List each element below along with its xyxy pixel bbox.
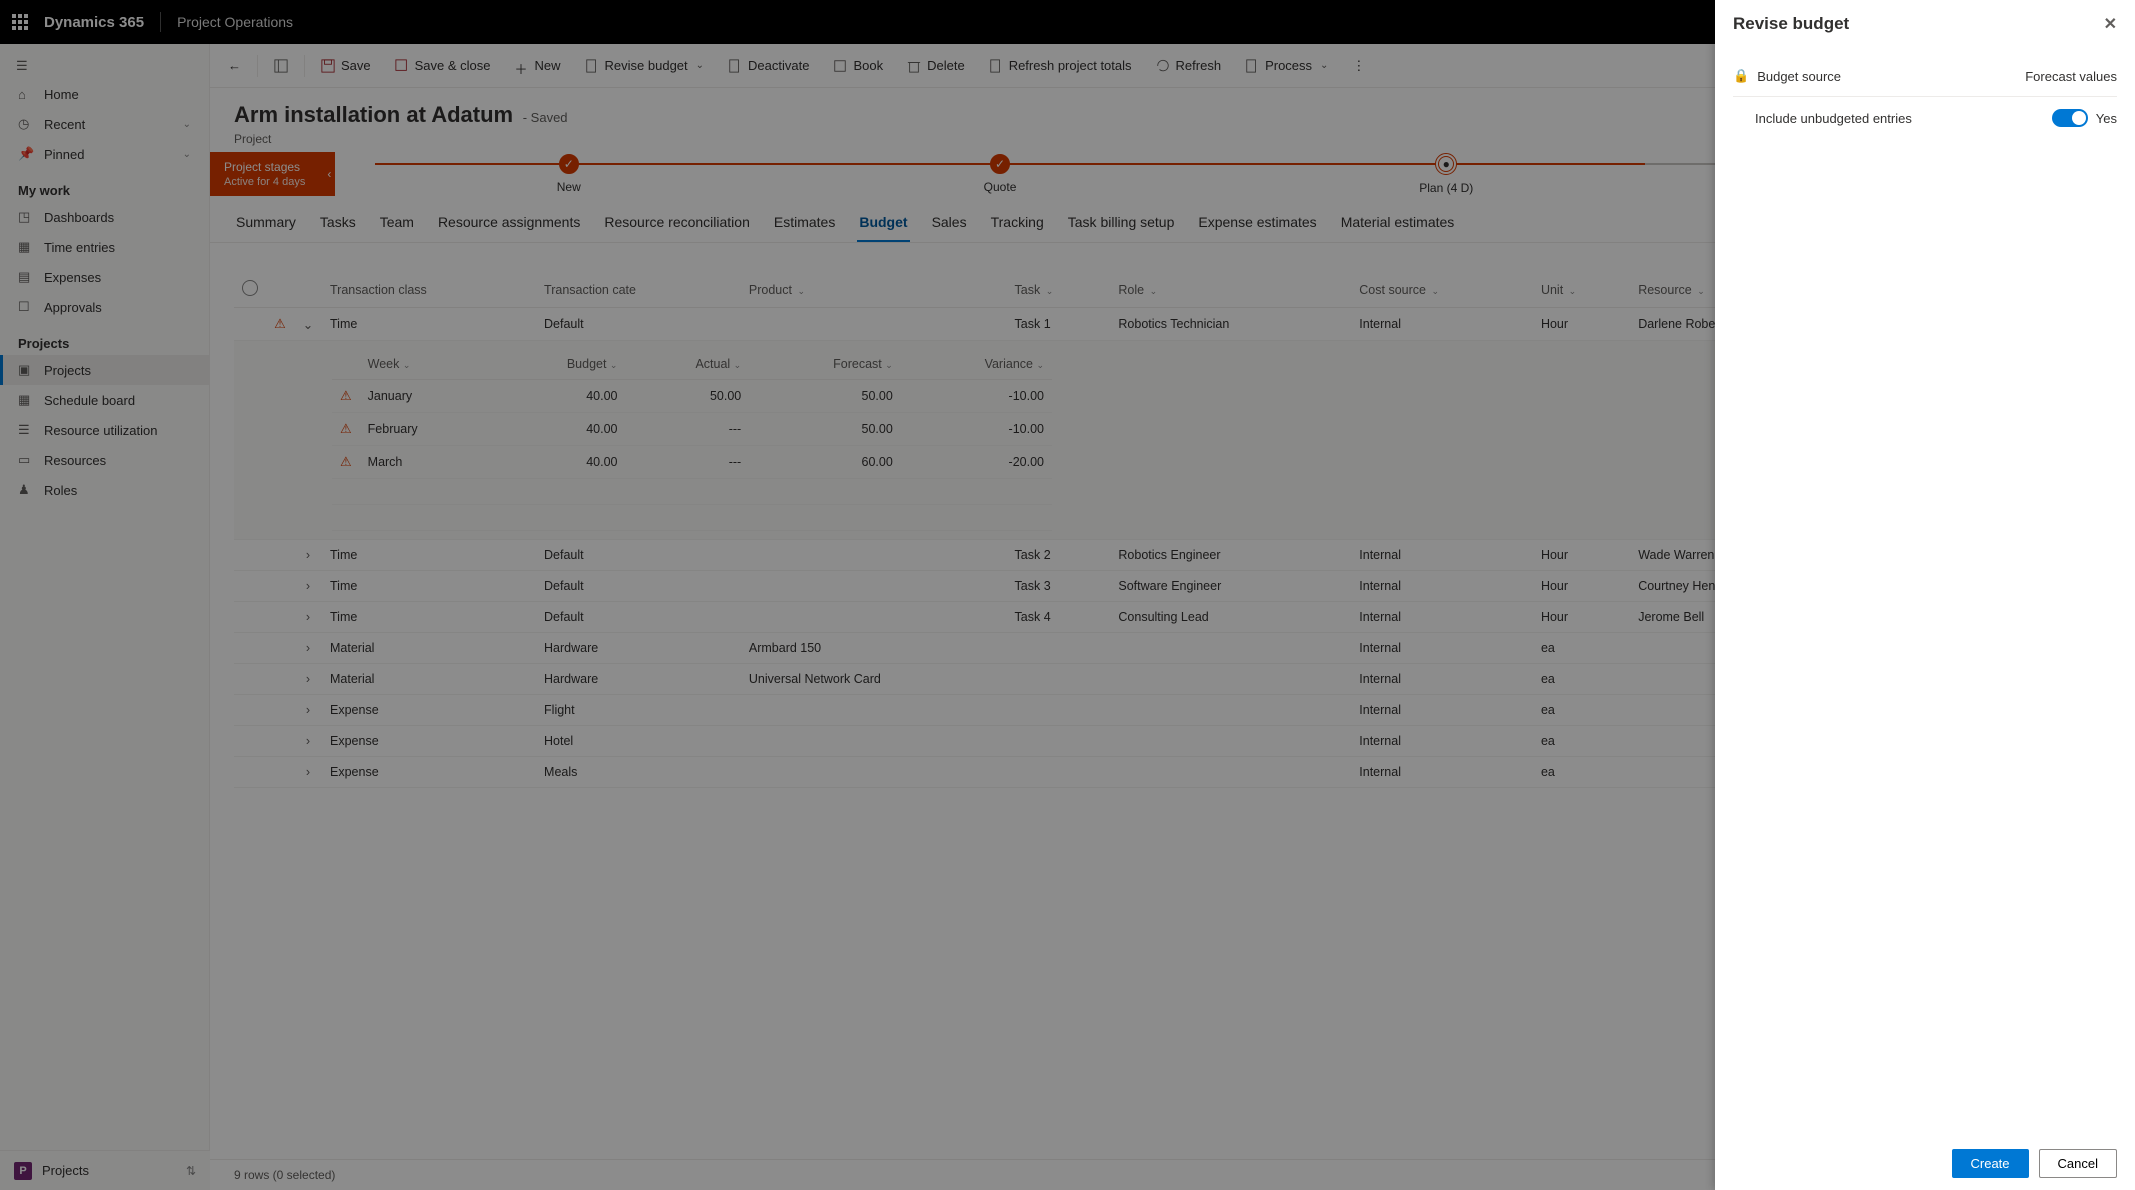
field-label: Include unbudgeted entries: [1755, 111, 1912, 126]
create-button[interactable]: Create: [1952, 1149, 2029, 1178]
field-value: Forecast values: [2025, 69, 2117, 84]
panel-title: Revise budget: [1733, 14, 1849, 34]
toggle-switch[interactable]: [2052, 109, 2088, 127]
field-include-unbudgeted: Include unbudgeted entries Yes: [1733, 96, 2117, 139]
toggle-value: Yes: [2096, 111, 2117, 126]
close-icon[interactable]: ✕: [2104, 14, 2117, 34]
field-label: Budget source: [1757, 69, 1841, 84]
cancel-button[interactable]: Cancel: [2039, 1149, 2117, 1178]
field-budget-source: 🔒 Budget source Forecast values: [1733, 56, 2117, 96]
revise-budget-panel: Revise budget ✕ 🔒 Budget source Forecast …: [1715, 0, 2135, 1190]
lock-icon: 🔒: [1733, 68, 1749, 84]
